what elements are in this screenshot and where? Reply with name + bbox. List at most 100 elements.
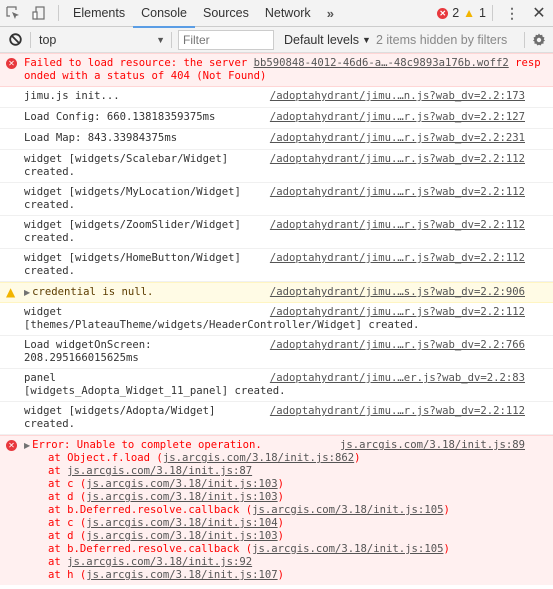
stack-prefix: at Object.f.load ( — [48, 452, 163, 464]
stack-link[interactable]: js.arcgis.com/3.18/init.js:103 — [86, 491, 277, 503]
filter-input[interactable] — [178, 29, 274, 50]
stack-suffix: ) — [277, 517, 285, 529]
close-icon[interactable]: ✕ — [525, 3, 553, 23]
stack-link[interactable]: js.arcgis.com/3.18/init.js:103 — [86, 478, 277, 490]
stack-link[interactable]: js.arcgis.com/3.18/init.js:862 — [163, 452, 354, 464]
tab-elements[interactable]: Elements — [65, 0, 133, 27]
stack-frame: at Object.f.load (js.arcgis.com/3.18/ini… — [24, 452, 545, 465]
stack-link[interactable]: js.arcgis.com/3.18/init.js:105 — [252, 543, 443, 555]
stack-suffix: ) — [443, 543, 450, 555]
source-link[interactable]: /adoptahydrant/jimu.…s.js?wab_dv=2.2:906 — [270, 286, 525, 299]
log-message: widget [widgets/HomeButton/Widget] creat… — [0, 249, 553, 282]
stack-link[interactable]: js.arcgis.com/3.18/init.js:107 — [86, 569, 277, 581]
stack-prefix: at d ( — [48, 491, 87, 503]
stack-link[interactable]: js.arcgis.com/3.18/init.js:92 — [67, 556, 252, 568]
stack-frame: at h (js.arcgis.com/3.18/init.js:107) — [24, 569, 545, 582]
source-link[interactable]: /adoptahydrant/jimu.…r.js?wab_dv=2.2:766 — [270, 339, 525, 352]
source-link[interactable]: /adoptahydrant/jimu.…r.js?wab_dv=2.2:231 — [270, 132, 525, 145]
clear-console-icon[interactable] — [0, 33, 30, 46]
source-link[interactable]: js.arcgis.com/3.18/init.js:89 — [340, 439, 525, 452]
message-body: widget [widgets/ZoomSlider/Widget] creat… — [24, 219, 241, 244]
source-link[interactable]: /adoptahydrant/jimu.…er.js?wab_dv=2.2:83 — [270, 372, 525, 385]
log-message: Load widgetOnScreen: 208.295166015625ms /… — [0, 336, 553, 369]
stack-link[interactable]: js.arcgis.com/3.18/init.js:87 — [67, 465, 252, 477]
stack-prefix: at c ( — [48, 478, 87, 490]
log-message: widget [widgets/MyLocation/Widget] creat… — [0, 183, 553, 216]
stack-link[interactable]: js.arcgis.com/3.18/init.js:103 — [86, 530, 277, 542]
log-levels-dropdown[interactable]: Default levels ▼ — [284, 33, 371, 47]
tab-network[interactable]: Network — [257, 0, 319, 27]
context-value: top — [39, 32, 57, 47]
message-body: widget [widgets/Scalebar/Widget] created… — [24, 153, 229, 178]
stack-frame: at b.Deferred.resolve.callback (js.arcgi… — [24, 504, 545, 517]
message-body: Load Config: 660.13818359375ms — [24, 111, 216, 123]
message-text-part: Failed to load resource: the server — [24, 57, 254, 69]
log-message: widget [widgets/ZoomSlider/Widget] creat… — [0, 216, 553, 249]
source-link[interactable]: /adoptahydrant/jimu.…r.js?wab_dv=2.2:112 — [270, 153, 525, 166]
levels-label: Default levels — [284, 32, 360, 47]
console-messages: ✕ Failed to load resource: the server bb5… — [0, 53, 553, 585]
source-link[interactable]: /adoptahydrant/jimu.…r.js?wab_dv=2.2:112 — [270, 405, 525, 418]
message-text: Failed to load resource: the server bb59… — [24, 57, 545, 83]
stack-suffix: ) — [277, 530, 285, 542]
context-selector[interactable]: top ▼ — [31, 27, 171, 53]
source-link[interactable]: /adoptahydrant/jimu.…n.js?wab_dv=2.2:173 — [270, 90, 525, 103]
devtools-tabbar: Elements Console Sources Network » ✕ 2 ▲… — [0, 0, 553, 28]
divider — [171, 31, 172, 48]
source-link[interactable]: /adoptahydrant/jimu.…r.js?wab_dv=2.2:127 — [270, 111, 525, 124]
source-link[interactable]: /adoptahydrant/jimu.…r.js?wab_dv=2.2:112 — [270, 252, 525, 265]
stack-frame: at js.arcgis.com/3.18/init.js:92 — [24, 556, 545, 569]
message-body: Load Map: 843.33984375ms — [24, 132, 178, 144]
tab-sources[interactable]: Sources — [195, 0, 257, 27]
message-body: jimu.js init... — [24, 90, 120, 102]
device-toolbar-icon[interactable] — [26, 0, 52, 26]
stack-prefix: at b.Deferred.resolve.callback ( — [48, 504, 253, 516]
warning-count: 1 — [479, 6, 486, 20]
divider — [492, 5, 493, 21]
stack-suffix: ) — [354, 452, 361, 464]
warning-icon: ▲ — [6, 285, 16, 299]
source-link[interactable]: /adoptahydrant/jimu.…r.js?wab_dv=2.2:112 — [270, 306, 525, 319]
stack-link[interactable]: js.arcgis.com/3.18/init.js:105 — [252, 504, 443, 516]
stack-suffix: ) — [277, 491, 285, 503]
stack-suffix: ) — [277, 478, 285, 490]
log-message: Load Config: 660.13818359375ms/adoptahyd… — [0, 108, 553, 129]
source-link[interactable]: /adoptahydrant/jimu.…r.js?wab_dv=2.2:112 — [270, 186, 525, 199]
expand-triangle-icon[interactable]: ▶ — [24, 441, 30, 450]
gear-icon[interactable] — [525, 33, 553, 47]
dropdown-arrow-icon: ▼ — [156, 34, 165, 45]
more-tabs-button[interactable]: » — [319, 6, 340, 21]
stack-prefix: at d ( — [48, 530, 87, 542]
dropdown-arrow-icon: ▼ — [362, 34, 371, 45]
stack-frame: at c (js.arcgis.com/3.18/init.js:104) — [24, 517, 545, 530]
log-message: widget [widgets/Adopta/Widget] created. /… — [0, 402, 553, 435]
stack-frame: at b.Deferred.resolve.callback (js.arcgi… — [24, 543, 545, 556]
error-message: ✕ ▶ Error: Unable to complete operation. at… — [0, 435, 553, 585]
error-message: ✕ Failed to load resource: the server bb5… — [0, 53, 553, 87]
log-message: panel [widgets_Adopta_Widget_11_panel] c… — [0, 369, 553, 402]
stack-prefix: at — [48, 556, 68, 568]
stack-suffix: ) — [443, 504, 450, 516]
expand-triangle-icon[interactable]: ▶ — [24, 288, 30, 297]
source-link[interactable]: /adoptahydrant/jimu.…r.js?wab_dv=2.2:112 — [270, 219, 525, 232]
error-icon: ✕ — [6, 58, 17, 69]
error-count: 2 — [452, 6, 460, 20]
kebab-menu-icon[interactable]: ⋮ — [499, 6, 525, 20]
tab-console[interactable]: Console — [133, 0, 195, 28]
hidden-items-note: 2 items hidden by filters — [375, 32, 508, 47]
stack-link[interactable]: js.arcgis.com/3.18/init.js:104 — [86, 517, 277, 529]
error-icon: ✕ — [437, 7, 449, 19]
resource-link[interactable]: bb590848-4012-46d6-a…-48c9893a176b.woff2 — [254, 57, 509, 69]
error-text: Error: Unable to complete operation. — [32, 439, 262, 451]
log-message: Load Map: 843.33984375ms/adoptahydrant/j… — [0, 129, 553, 150]
message-body: credential is null. — [32, 286, 154, 298]
stack-prefix: at b.Deferred.resolve.callback ( — [48, 543, 253, 555]
stack-frame: at d (js.arcgis.com/3.18/init.js:103) — [24, 491, 545, 504]
issue-counts[interactable]: ✕ 2 ▲ 1 — [437, 6, 486, 20]
inspect-element-icon[interactable] — [0, 0, 26, 26]
warn-message: ▲ ▶ credential is null. /adoptahydrant/jimu… — [0, 282, 553, 303]
stack-frame: at d (js.arcgis.com/3.18/init.js:103) — [24, 530, 545, 543]
message-body: panel [widgets_Adopta_Widget_11_panel] c… — [24, 372, 286, 397]
console-filterbar: top ▼ Default levels ▼ 2 items hidden by… — [0, 27, 553, 53]
message-body: widget [widgets/HomeButton/Widget] creat… — [24, 252, 241, 277]
